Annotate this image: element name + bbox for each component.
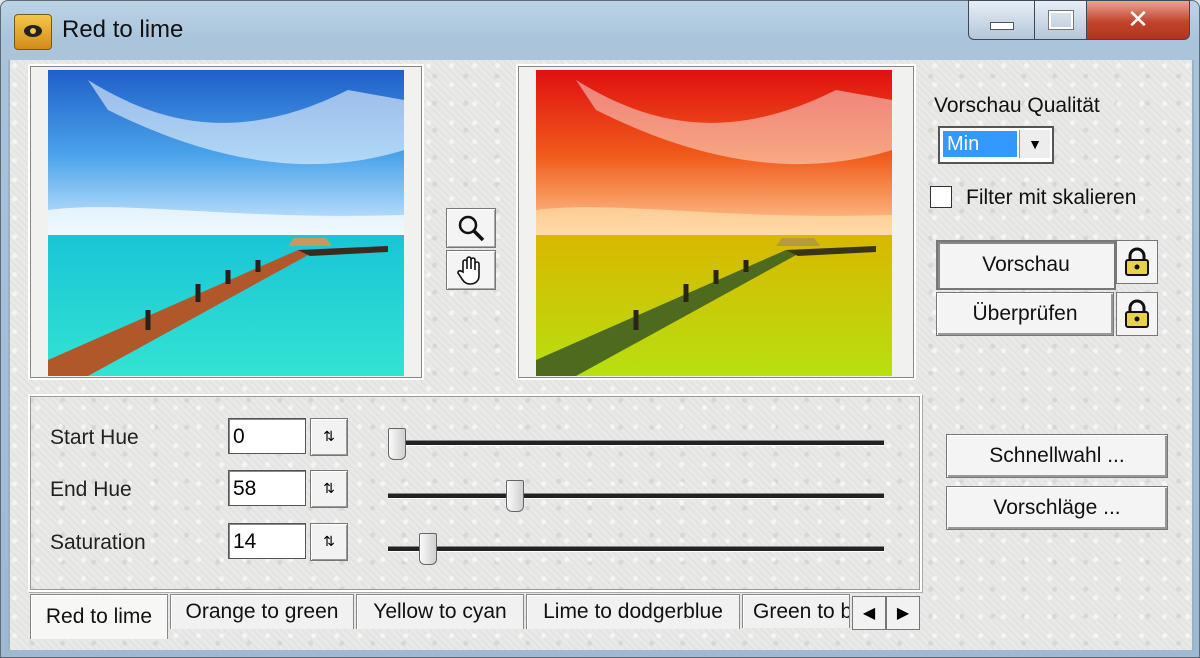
pan-button[interactable] [446, 250, 496, 290]
maximize-icon [1048, 10, 1074, 30]
original-image [48, 70, 404, 376]
start-hue-track[interactable] [388, 440, 884, 446]
tab-red-to-lime[interactable]: Red to lime [30, 594, 168, 639]
close-icon: ✕ [1127, 5, 1149, 35]
saturation-input[interactable]: 14 [228, 523, 306, 559]
preview-button[interactable]: Vorschau [936, 240, 1116, 290]
end-hue-slider[interactable] [505, 480, 524, 512]
quality-value: Min [943, 131, 1017, 157]
tab-green-to-b[interactable]: Green to b [742, 594, 850, 628]
spin-arrows-icon: ⇅ [323, 429, 335, 445]
title-bar[interactable]: Red to lime ✕ [0, 0, 1200, 60]
lock-icon [1125, 247, 1149, 276]
quality-dropdown[interactable]: Min ▼ [938, 126, 1054, 164]
hand-icon [457, 256, 480, 285]
maximize-button[interactable] [1034, 0, 1088, 40]
end-hue-label: End Hue [50, 478, 132, 501]
start-hue-input[interactable]: 0 [228, 418, 306, 454]
tab-scroll-left-button[interactable]: ◀ [852, 596, 886, 630]
magnifier-icon [458, 215, 485, 242]
end-hue-spinner[interactable]: ⇅ [310, 470, 348, 508]
original-preview[interactable] [28, 64, 424, 380]
scale-checkbox-label: Filter mit skalieren [966, 186, 1137, 209]
lock-icon [1125, 299, 1149, 328]
zoom-button[interactable] [446, 208, 496, 248]
start-hue-spinner[interactable]: ⇅ [310, 418, 348, 456]
start-hue-slider[interactable] [388, 428, 406, 460]
app-icon [14, 14, 52, 50]
arrow-right-icon: ▶ [896, 605, 910, 622]
tab-yellow-to-cyan[interactable]: Yellow to cyan [356, 594, 524, 629]
close-button[interactable]: ✕ [1086, 0, 1190, 40]
tab-lime-to-dodgerblue[interactable]: Lime to dodgerblue [526, 594, 740, 629]
tab-scroll-right-button[interactable]: ▶ [886, 596, 920, 630]
quick-select-button[interactable]: Schnellwahl ... [946, 434, 1168, 478]
saturation-spinner[interactable]: ⇅ [310, 523, 348, 561]
saturation-slider[interactable] [419, 533, 438, 565]
arrow-left-icon: ◀ [862, 605, 876, 622]
quality-label: Vorschau Qualität [934, 94, 1100, 117]
preview-lock-button[interactable] [1116, 240, 1158, 284]
check-lock-button[interactable] [1116, 292, 1158, 336]
spin-arrows-icon: ⇅ [323, 481, 335, 497]
saturation-label: Saturation [50, 531, 146, 554]
check-button[interactable]: Überprüfen [936, 292, 1114, 336]
tab-orange-to-green[interactable]: Orange to green [170, 594, 354, 629]
start-hue-label: Start Hue [50, 426, 139, 449]
scale-checkbox[interactable] [930, 186, 952, 208]
end-hue-input[interactable]: 58 [228, 470, 306, 506]
filtered-preview[interactable] [516, 64, 916, 380]
suggestions-button[interactable]: Vorschläge ... [946, 486, 1168, 530]
caption-buttons: ✕ [968, 0, 1190, 40]
end-hue-track[interactable] [388, 493, 884, 499]
saturation-track[interactable] [388, 546, 884, 552]
window-title: Red to lime [62, 16, 184, 43]
minimize-icon [990, 22, 1014, 30]
spin-arrows-icon: ⇅ [323, 534, 335, 550]
minimize-button[interactable] [968, 0, 1036, 40]
filtered-image [536, 70, 892, 376]
chevron-down-icon[interactable]: ▼ [1019, 130, 1050, 158]
